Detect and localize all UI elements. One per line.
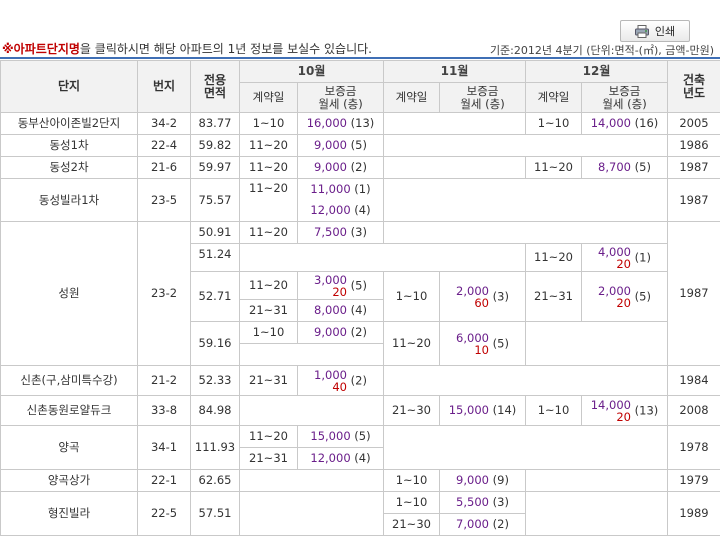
table-row: 형진빌라 22-5 57.51 1~10 5,500 (3) 1989 <box>1 492 720 514</box>
table-row: 동부산아이존빌2단지 34-2 83.77 1~10 16,000 (13) 1… <box>1 113 720 135</box>
complex-link[interactable]: 양곡상가 <box>1 470 138 492</box>
table-row: 동성2차 21-6 59.97 11~20 9,000 (2) 11~20 8,… <box>1 157 720 179</box>
complex-link[interactable]: 신촌(구,삼미특수강) <box>1 366 138 396</box>
complex-link[interactable]: 동성1차 <box>1 135 138 157</box>
col-oct-day: 계약일 <box>240 83 298 113</box>
basis-text: 기준:2012년 4분기 (단위:면적-(㎡), 금액-만원) <box>490 42 714 58</box>
col-month-oct: 10월 <box>240 61 384 83</box>
col-lot: 번지 <box>138 61 191 113</box>
complex-link[interactable]: 형진빌라 <box>1 492 138 536</box>
notice-text: ※아파트단지명을 클릭하시면 해당 아파트의 1년 정보를 보실수 있습니다. <box>2 40 372 57</box>
complex-link[interactable]: 동성2차 <box>1 157 138 179</box>
printer-icon <box>635 25 649 38</box>
col-oct-deposit: 보증금월세 (층) <box>298 83 384 113</box>
col-dec-deposit: 보증금월세 (층) <box>582 83 668 113</box>
col-month-nov: 11월 <box>384 61 526 83</box>
complex-link[interactable]: 동성빌라1차 <box>1 179 138 222</box>
top-bar: 인쇄 ※아파트단지명을 클릭하시면 해당 아파트의 1년 정보를 보실수 있습니… <box>0 0 720 60</box>
complex-link[interactable]: 양곡 <box>1 426 138 470</box>
col-nov-day: 계약일 <box>384 83 440 113</box>
col-complex: 단지 <box>1 61 138 113</box>
table-row: 동성1차 22-4 59.82 11~20 9,000 (5) 1986 <box>1 135 720 157</box>
table-row: 신촌(구,삼미특수강) 21-2 52.33 21~31 1,00040 (2)… <box>1 366 720 396</box>
col-dec-day: 계약일 <box>526 83 582 113</box>
col-area: 전용면적 <box>191 61 240 113</box>
complex-link[interactable]: 동부산아이존빌2단지 <box>1 113 138 135</box>
col-build-year: 건축년도 <box>668 61 720 113</box>
col-month-dec: 12월 <box>526 61 668 83</box>
table-row: 양곡 34-1 111.93 11~20 15,000 (5) 1978 <box>1 426 720 448</box>
header-rule <box>0 57 720 59</box>
transaction-table: 단지 번지 전용면적 10월 11월 12월 건축년도 계약일 보증금월세 (층… <box>0 60 720 536</box>
table-row: 양곡상가 22-1 62.65 1~10 9,000 (9) 1979 <box>1 470 720 492</box>
print-button[interactable]: 인쇄 <box>620 20 690 42</box>
table-row: 동성빌라1차 23-5 75.57 11~20 11,000 (1) 1987 <box>1 179 720 201</box>
complex-link[interactable]: 신촌동원로얄듀크 <box>1 396 138 426</box>
table-row: 성원 23-2 50.91 11~20 7,500 (3) 1987 <box>1 222 720 244</box>
complex-link[interactable]: 성원 <box>1 222 138 366</box>
col-nov-deposit: 보증금월세 (층) <box>440 83 526 113</box>
table-row: 신촌동원로얄듀크 33-8 84.98 21~30 15,000 (14) 1~… <box>1 396 720 426</box>
print-label: 인쇄 <box>655 23 675 39</box>
